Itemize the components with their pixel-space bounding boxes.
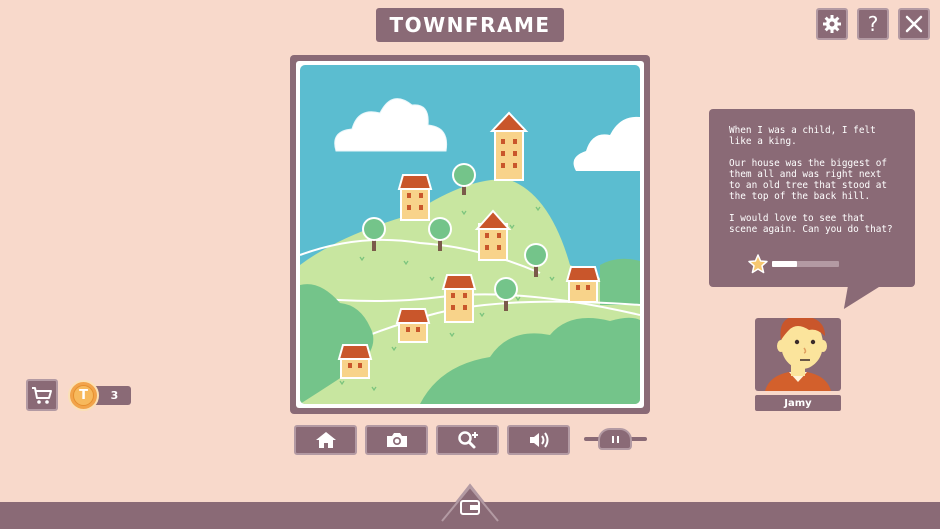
- coin-symbol: T: [73, 385, 94, 406]
- home-button[interactable]: [294, 425, 357, 455]
- progress-fill: [772, 261, 798, 267]
- goal-progress: [748, 254, 840, 274]
- dialogue-paragraph: When I was a child, I felt like a king.: [729, 125, 876, 147]
- house-icon: [395, 308, 431, 343]
- speaker-icon: [529, 432, 548, 448]
- zoom-button[interactable]: [436, 425, 499, 455]
- camera-button[interactable]: [365, 425, 428, 455]
- shop-button[interactable]: [26, 379, 58, 411]
- pause-button[interactable]: [598, 428, 632, 450]
- pause-icon: [611, 435, 614, 443]
- close-icon: [905, 15, 923, 33]
- camera-icon: [386, 433, 407, 447]
- home-icon: [315, 432, 336, 448]
- inventory-tab-button[interactable]: [437, 483, 503, 529]
- character-portrait: [755, 318, 841, 391]
- settings-button[interactable]: [816, 8, 848, 40]
- house-icon: [337, 344, 373, 379]
- character-name: Jamy: [755, 395, 841, 411]
- dialogue-paragraph: Our house was the biggest of them all an…: [729, 158, 888, 202]
- close-button[interactable]: [898, 8, 930, 40]
- star-icon: [748, 254, 768, 274]
- coin-icon: T: [68, 380, 99, 411]
- house-icon: [565, 266, 601, 303]
- house-icon: [441, 274, 477, 323]
- dialogue-tail: [843, 285, 883, 309]
- wallet-icon: [460, 500, 480, 515]
- progress-bar: [772, 261, 839, 267]
- gear-icon: [823, 15, 841, 33]
- picture-frame: [290, 55, 650, 414]
- character-avatar: [765, 318, 831, 391]
- zoom-in-icon: [457, 431, 478, 449]
- town-scene[interactable]: [300, 65, 640, 404]
- game-title: TOWNFRAME: [376, 8, 564, 42]
- sound-button[interactable]: [507, 425, 570, 455]
- help-button[interactable]: ?: [857, 8, 889, 40]
- dialogue-paragraph: I would love to see that scene again. Ca…: [729, 213, 893, 235]
- cart-icon: [32, 387, 52, 404]
- house-icon: [397, 174, 433, 221]
